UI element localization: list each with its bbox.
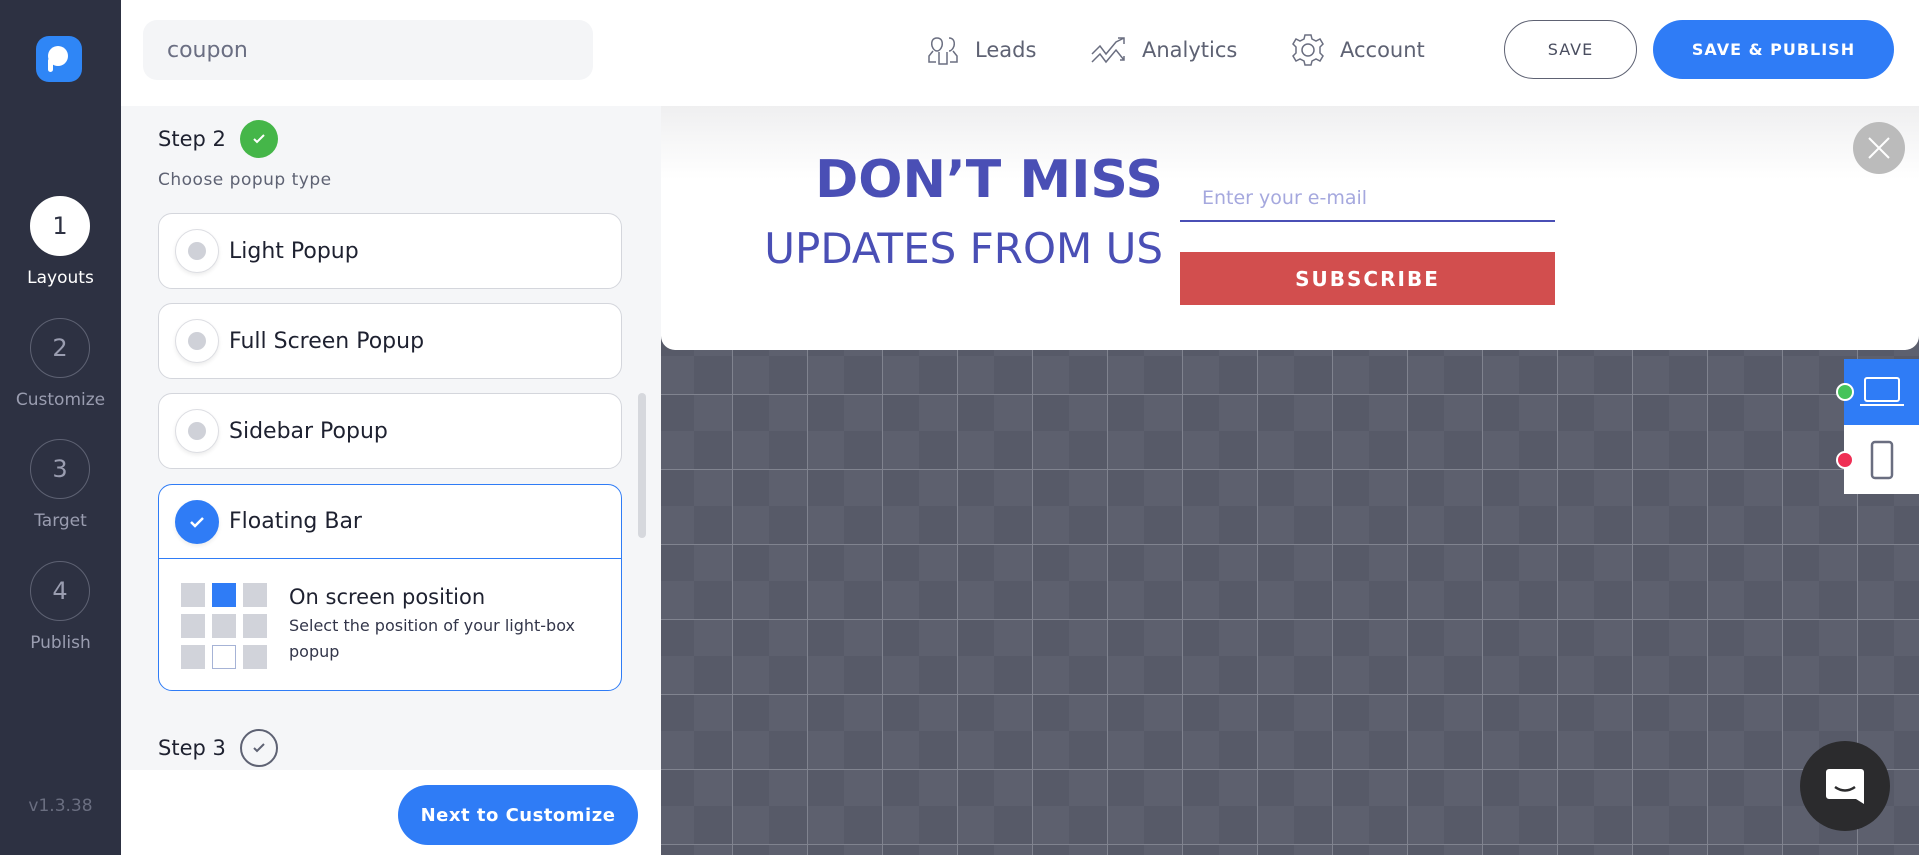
step-publish[interactable]: 4 — [30, 561, 90, 621]
step2-heading: Step 2 — [158, 120, 278, 158]
step-label: Target — [34, 511, 87, 531]
search-input[interactable] — [143, 20, 593, 80]
step-number: 3 — [52, 455, 68, 483]
position-top-center[interactable] — [212, 583, 236, 607]
nav-account[interactable]: Account — [1290, 32, 1425, 68]
desktop-status-dot — [1836, 383, 1854, 401]
radio-icon — [175, 409, 219, 453]
nav-analytics[interactable]: Analytics — [1090, 32, 1237, 68]
step-label: Publish — [30, 633, 91, 653]
chat-icon — [1826, 769, 1864, 804]
check-circle-outline-icon — [239, 729, 278, 767]
mobile-status-dot — [1836, 451, 1854, 469]
email-input[interactable] — [1180, 175, 1555, 222]
check-icon — [175, 499, 219, 544]
position-description: Select the position of your light-box po… — [289, 616, 575, 661]
option-sidebar-popup[interactable]: Sidebar Popup — [158, 393, 622, 469]
popup-subheadline: UPDATES FROM US — [764, 224, 1163, 273]
position-grid[interactable] — [181, 583, 267, 669]
step-title: Step 3 — [158, 736, 226, 760]
nav-label: Leads — [975, 38, 1037, 62]
step-title: Step 2 — [158, 127, 226, 151]
close-button[interactable] — [1853, 122, 1905, 174]
version-label: v1.3.38 — [28, 796, 93, 816]
panel-scrollbar[interactable] — [638, 393, 646, 538]
save-button[interactable]: SAVE — [1504, 20, 1637, 79]
radio-icon — [175, 319, 219, 363]
step-subtitle: Choose popup type — [158, 170, 332, 190]
option-label: Sidebar Popup — [229, 418, 388, 444]
step-customize[interactable]: 2 — [30, 318, 90, 378]
mobile-view-button[interactable] — [1844, 425, 1919, 494]
option-label: Light Popup — [229, 238, 359, 264]
step-target[interactable]: 3 — [30, 439, 90, 499]
option-floating-bar[interactable]: Floating Bar On screen position Select t… — [158, 484, 622, 691]
option-light-popup[interactable]: Light Popup — [158, 213, 622, 289]
step-number: 1 — [52, 212, 68, 240]
step-number: 2 — [52, 334, 68, 362]
position-top-right[interactable] — [243, 583, 267, 607]
position-bottom-left[interactable] — [181, 645, 205, 669]
desktop-view-button[interactable] — [1844, 359, 1919, 425]
step-label: Layouts — [27, 268, 94, 288]
nav-label: Account — [1340, 38, 1425, 62]
sidebar — [0, 0, 121, 855]
position-title: On screen position — [289, 585, 486, 609]
step-number: 4 — [52, 577, 68, 605]
position-bottom-center[interactable] — [212, 645, 236, 669]
position-middle-left[interactable] — [181, 614, 205, 638]
option-label: Floating Bar — [229, 509, 362, 534]
close-icon — [1868, 137, 1890, 159]
chat-button[interactable] — [1800, 741, 1890, 831]
analytics-icon — [1091, 37, 1125, 64]
popup-headline: DON’T MISS — [815, 150, 1163, 210]
position-bottom-right[interactable] — [243, 645, 267, 669]
check-circle-icon — [239, 120, 278, 158]
option-label: Full Screen Popup — [229, 328, 425, 354]
step-label: Customize — [15, 390, 106, 410]
nav-label: Analytics — [1142, 38, 1238, 62]
subscribe-button[interactable]: SUBSCRIBE — [1180, 252, 1555, 305]
app-logo[interactable] — [36, 36, 82, 82]
step-layouts[interactable]: 1 — [30, 196, 90, 256]
position-middle-center[interactable] — [212, 614, 236, 638]
next-to-customize-button[interactable]: Next to Customize — [398, 785, 638, 845]
step3-heading: Step 3 — [158, 729, 278, 767]
radio-icon — [175, 229, 219, 273]
position-middle-right[interactable] — [243, 614, 267, 638]
gear-icon — [1292, 34, 1324, 66]
phone-icon — [1870, 440, 1893, 479]
nav-leads[interactable]: Leads — [925, 32, 1036, 68]
position-top-left[interactable] — [181, 583, 205, 607]
save-publish-button[interactable]: SAVE & PUBLISH — [1653, 20, 1894, 79]
laptop-icon — [1859, 377, 1904, 406]
option-full-screen-popup[interactable]: Full Screen Popup — [158, 303, 622, 379]
users-icon — [928, 37, 958, 65]
